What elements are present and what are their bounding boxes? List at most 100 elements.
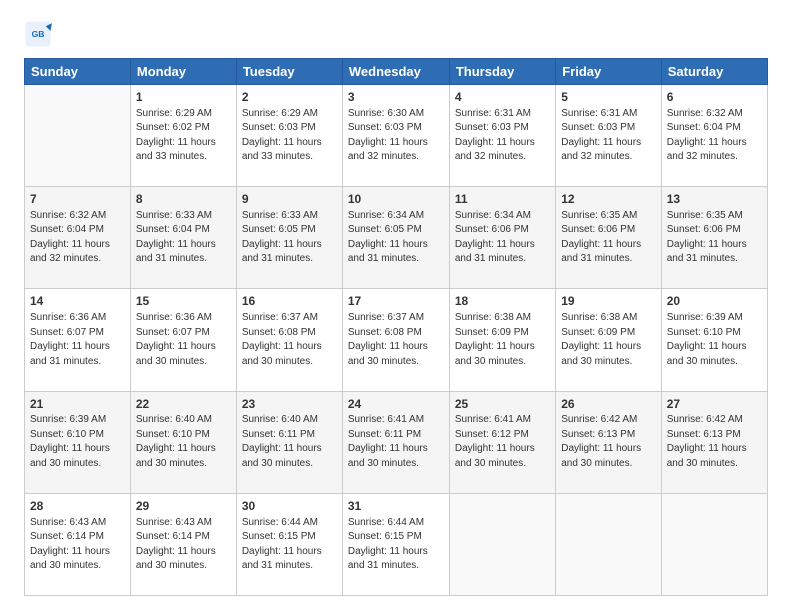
day-info: Sunrise: 6:44 AMSunset: 6:15 PMDaylight:… (242, 516, 337, 574)
day-info: Sunrise: 6:40 AMSunset: 6:11 PMDaylight:… (242, 413, 337, 471)
day-info: Sunrise: 6:43 AMSunset: 6:14 PMDaylight:… (136, 516, 231, 574)
calendar-cell: 6Sunrise: 6:32 AMSunset: 6:04 PMDaylight… (661, 85, 767, 187)
calendar-cell: 18Sunrise: 6:38 AMSunset: 6:09 PMDayligh… (449, 289, 555, 391)
calendar-cell: 2Sunrise: 6:29 AMSunset: 6:03 PMDaylight… (236, 85, 342, 187)
day-info: Sunrise: 6:34 AMSunset: 6:05 PMDaylight:… (348, 209, 444, 267)
day-info: Sunrise: 6:41 AMSunset: 6:12 PMDaylight:… (455, 413, 550, 471)
calendar-cell: 10Sunrise: 6:34 AMSunset: 6:05 PMDayligh… (342, 187, 449, 289)
calendar-cell: 30Sunrise: 6:44 AMSunset: 6:15 PMDayligh… (236, 493, 342, 595)
day-info: Sunrise: 6:37 AMSunset: 6:08 PMDaylight:… (348, 311, 444, 369)
day-number: 15 (136, 293, 231, 310)
day-number: 31 (348, 498, 444, 515)
day-info: Sunrise: 6:35 AMSunset: 6:06 PMDaylight:… (561, 209, 656, 267)
calendar-cell: 14Sunrise: 6:36 AMSunset: 6:07 PMDayligh… (25, 289, 131, 391)
calendar-cell: 21Sunrise: 6:39 AMSunset: 6:10 PMDayligh… (25, 391, 131, 493)
calendar-cell: 27Sunrise: 6:42 AMSunset: 6:13 PMDayligh… (661, 391, 767, 493)
day-number: 7 (30, 191, 125, 208)
day-info: Sunrise: 6:31 AMSunset: 6:03 PMDaylight:… (455, 107, 550, 165)
day-info: Sunrise: 6:29 AMSunset: 6:03 PMDaylight:… (242, 107, 337, 165)
day-info: Sunrise: 6:40 AMSunset: 6:10 PMDaylight:… (136, 413, 231, 471)
calendar-cell: 20Sunrise: 6:39 AMSunset: 6:10 PMDayligh… (661, 289, 767, 391)
day-info: Sunrise: 6:33 AMSunset: 6:05 PMDaylight:… (242, 209, 337, 267)
day-number: 2 (242, 89, 337, 106)
calendar-week-0: 1Sunrise: 6:29 AMSunset: 6:02 PMDaylight… (25, 85, 768, 187)
calendar-cell (556, 493, 662, 595)
calendar-week-2: 14 Sunrise: 6:36 AMSunset: 6:07 PMDayligh… (25, 289, 768, 391)
day-number: 9 (242, 191, 337, 208)
calendar-cell: 23Sunrise: 6:40 AMSunset: 6:11 PMDayligh… (236, 391, 342, 493)
calendar-cell: 7Sunrise: 6:32 AMSunset: 6:04 PMDaylight… (25, 187, 131, 289)
day-number: 10 (348, 191, 444, 208)
calendar-cell: 8Sunrise: 6:33 AMSunset: 6:04 PMDaylight… (130, 187, 236, 289)
calendar-cell: 28Sunrise: 6:43 AMSunset: 6:14 PMDayligh… (25, 493, 131, 595)
logo: GB (24, 20, 56, 48)
calendar-cell: 29Sunrise: 6:43 AMSunset: 6:14 PMDayligh… (130, 493, 236, 595)
calendar-cell: 9Sunrise: 6:33 AMSunset: 6:05 PMDaylight… (236, 187, 342, 289)
calendar-cell: 19Sunrise: 6:38 AMSunset: 6:09 PMDayligh… (556, 289, 662, 391)
calendar-week-1: 7Sunrise: 6:32 AMSunset: 6:04 PMDaylight… (25, 187, 768, 289)
day-number: 29 (136, 498, 231, 515)
day-number: 19 (561, 293, 656, 310)
day-number: 5 (561, 89, 656, 106)
calendar-cell: 4Sunrise: 6:31 AMSunset: 6:03 PMDaylight… (449, 85, 555, 187)
calendar-cell: 5Sunrise: 6:31 AMSunset: 6:03 PMDaylight… (556, 85, 662, 187)
day-number: 18 (455, 293, 550, 310)
day-number: 1 (136, 89, 231, 106)
day-info: Sunrise: 6:41 AMSunset: 6:11 PMDaylight:… (348, 413, 444, 471)
calendar-cell: 25Sunrise: 6:41 AMSunset: 6:12 PMDayligh… (449, 391, 555, 493)
calendar-cell: 12Sunrise: 6:35 AMSunset: 6:06 PMDayligh… (556, 187, 662, 289)
calendar-cell: 26Sunrise: 6:42 AMSunset: 6:13 PMDayligh… (556, 391, 662, 493)
day-info: Sunrise: 6:42 AMSunset: 6:13 PMDaylight:… (667, 413, 762, 471)
day-info: Sunrise: 6:31 AMSunset: 6:03 PMDaylight:… (561, 107, 656, 165)
col-saturday: Saturday (661, 59, 767, 85)
col-monday: Monday (130, 59, 236, 85)
calendar-cell: 15Sunrise: 6:36 AMSunset: 6:07 PMDayligh… (130, 289, 236, 391)
day-info: Sunrise: 6:44 AMSunset: 6:15 PMDaylight:… (348, 516, 444, 574)
logo-icon: GB (24, 20, 52, 48)
calendar-cell: 24Sunrise: 6:41 AMSunset: 6:11 PMDayligh… (342, 391, 449, 493)
day-info: Sunrise: 6:29 AMSunset: 6:02 PMDaylight:… (136, 107, 231, 165)
day-info: Sunrise: 6:39 AMSunset: 6:10 PMDaylight:… (667, 311, 762, 369)
day-info: Sunrise: 6:32 AMSunset: 6:04 PMDaylight:… (30, 209, 125, 267)
day-info: Sunrise: 6:30 AMSunset: 6:03 PMDaylight:… (348, 107, 444, 165)
calendar-cell: 17Sunrise: 6:37 AMSunset: 6:08 PMDayligh… (342, 289, 449, 391)
col-wednesday: Wednesday (342, 59, 449, 85)
col-thursday: Thursday (449, 59, 555, 85)
calendar-cell: 11Sunrise: 6:34 AMSunset: 6:06 PMDayligh… (449, 187, 555, 289)
day-number: 30 (242, 498, 337, 515)
calendar-week-3: 21Sunrise: 6:39 AMSunset: 6:10 PMDayligh… (25, 391, 768, 493)
day-number: 23 (242, 396, 337, 413)
calendar-cell: 3Sunrise: 6:30 AMSunset: 6:03 PMDaylight… (342, 85, 449, 187)
day-number: 11 (455, 191, 550, 208)
day-number: 8 (136, 191, 231, 208)
day-number: 26 (561, 396, 656, 413)
day-number: 13 (667, 191, 762, 208)
header-row: Sunday Monday Tuesday Wednesday Thursday… (25, 59, 768, 85)
day-info: Sunrise: 6:38 AMSunset: 6:09 PMDaylight:… (455, 311, 550, 369)
svg-text:GB: GB (32, 29, 45, 39)
day-number: 4 (455, 89, 550, 106)
day-number: 16 (242, 293, 337, 310)
calendar-body: 1Sunrise: 6:29 AMSunset: 6:02 PMDaylight… (25, 85, 768, 596)
day-number: 17 (348, 293, 444, 310)
col-tuesday: Tuesday (236, 59, 342, 85)
calendar-week-4: 28 Sunrise: 6:43 AMSunset: 6:14 PMDayligh… (25, 493, 768, 595)
calendar-cell: 22Sunrise: 6:40 AMSunset: 6:10 PMDayligh… (130, 391, 236, 493)
day-number: 24 (348, 396, 444, 413)
day-info: Sunrise: 6:37 AMSunset: 6:08 PMDaylight:… (242, 311, 337, 369)
day-info: Sunrise: 6:38 AMSunset: 6:09 PMDaylight:… (561, 311, 656, 369)
day-number: 20 (667, 293, 762, 310)
day-info: Sunrise: 6:33 AMSunset: 6:04 PMDaylight:… (136, 209, 231, 267)
calendar-cell (661, 493, 767, 595)
page: GB Sunday Monday Tuesday Wednesday Thurs… (0, 0, 792, 612)
calendar-cell: 16Sunrise: 6:37 AMSunset: 6:08 PMDayligh… (236, 289, 342, 391)
day-number: 22 (136, 396, 231, 413)
calendar-cell (449, 493, 555, 595)
day-info: Sunrise: 6:35 AMSunset: 6:06 PMDaylight:… (667, 209, 762, 267)
day-info: Sunrise: 6:34 AMSunset: 6:06 PMDaylight:… (455, 209, 550, 267)
calendar-header: Sunday Monday Tuesday Wednesday Thursday… (25, 59, 768, 85)
day-number: 14 (30, 293, 125, 310)
day-number: 28 (30, 498, 125, 515)
day-info: Sunrise: 6:36 AMSunset: 6:07 PMDaylight:… (136, 311, 231, 369)
day-info: Sunrise: 6:39 AMSunset: 6:10 PMDaylight:… (30, 413, 125, 471)
